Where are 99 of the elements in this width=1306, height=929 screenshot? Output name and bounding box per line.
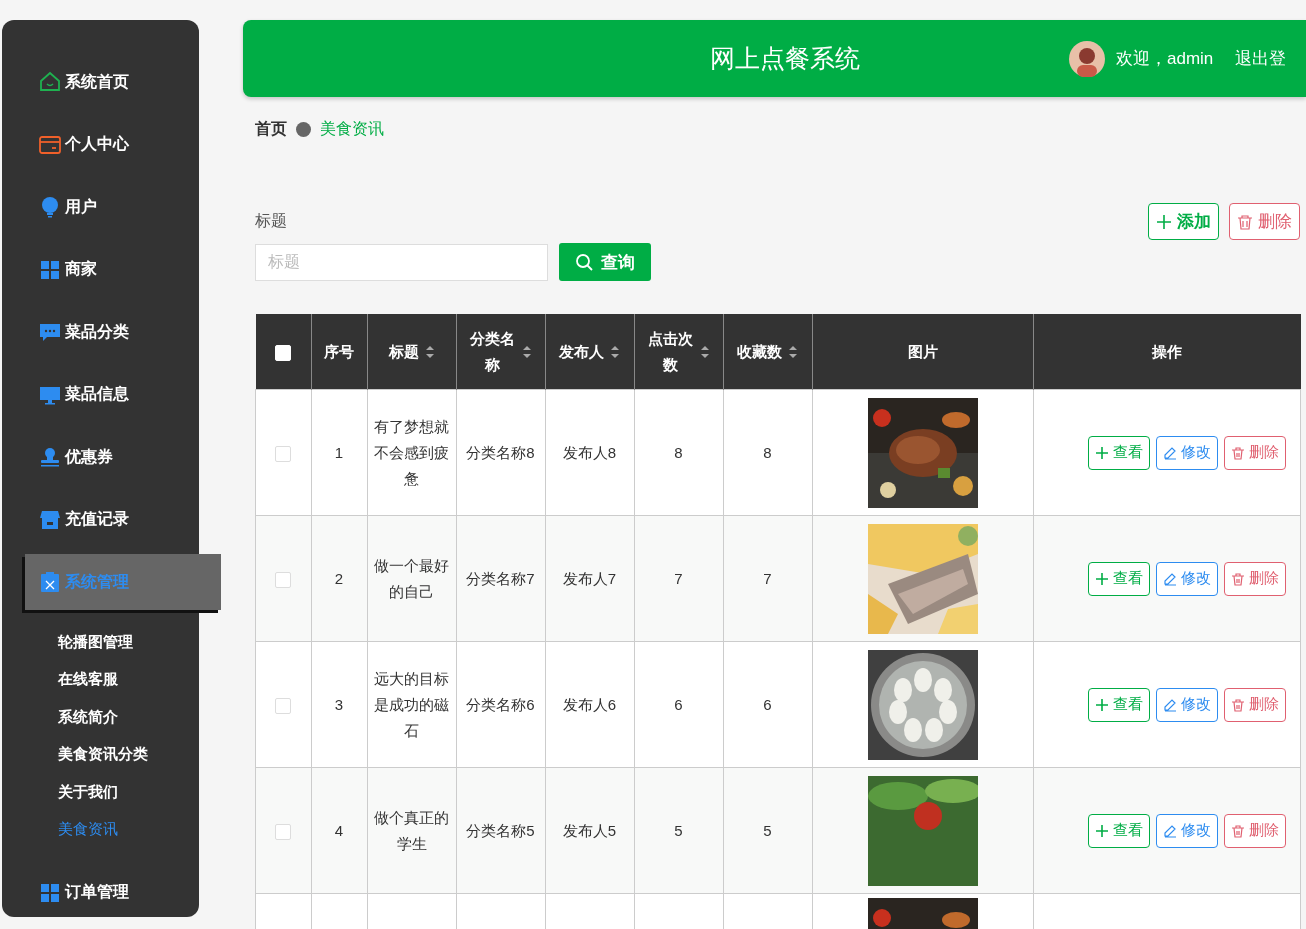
plus-icon: [1095, 823, 1109, 838]
sidebar-item[interactable]: 优惠券: [2, 426, 199, 489]
column-header: 收藏数: [737, 341, 782, 362]
grid-icon: [39, 881, 61, 904]
grid-icon: [39, 258, 61, 281]
chat-icon: [39, 321, 61, 344]
submenu-item[interactable]: 美食资讯: [58, 809, 199, 848]
sidebar-item[interactable]: 充值记录: [2, 488, 199, 551]
edit-button[interactable]: 修改: [1156, 561, 1218, 596]
breadcrumb-separator-icon: [296, 121, 311, 137]
table-cell: 分类名称5: [456, 767, 545, 894]
add-button[interactable]: 添加: [1148, 203, 1219, 240]
card-icon: [39, 133, 61, 156]
table-cell: 分类名称6: [456, 641, 545, 768]
sidebar-item[interactable]: 菜品信息: [2, 363, 199, 426]
checkbox[interactable]: [275, 445, 292, 462]
table-cell: 5: [723, 767, 812, 894]
column-header: 图片: [907, 341, 938, 362]
pencil-icon: [1163, 571, 1177, 586]
sidebar-item[interactable]: 系统首页: [2, 51, 199, 114]
table-cell: 做个真正的学生: [367, 767, 456, 894]
plus-icon: [1156, 213, 1172, 230]
table-cell: 2: [311, 515, 367, 642]
pencil-icon: [1163, 823, 1177, 838]
view-button[interactable]: 查看: [1088, 561, 1150, 596]
table-cell: 7: [723, 515, 812, 642]
edit-button[interactable]: 修改: [1156, 813, 1218, 848]
home-icon: [39, 71, 61, 94]
sidebar-item[interactable]: 商家: [2, 238, 199, 301]
edit-button[interactable]: 修改: [1156, 687, 1218, 722]
submenu-item[interactable]: 轮播图管理: [58, 623, 199, 661]
search-icon: [575, 253, 593, 271]
delete-button[interactable]: 删除: [1224, 813, 1286, 848]
table-cell: 4: [311, 767, 367, 894]
table-cell: 分类名称7: [456, 515, 545, 642]
submenu-item[interactable]: 在线客服: [58, 660, 199, 698]
trash-icon: [1231, 823, 1245, 838]
sidebar-item[interactable]: 用户: [2, 176, 199, 239]
table-cell: 发布人5: [545, 767, 634, 894]
table-cell: 8: [634, 389, 723, 516]
delete-button[interactable]: 删除: [1224, 435, 1286, 470]
view-button[interactable]: 查看: [1088, 435, 1150, 470]
trash-icon: [1231, 697, 1245, 712]
stamp-icon: [39, 446, 61, 469]
breadcrumb-current: 美食资讯: [320, 118, 384, 139]
clipboard-icon: [39, 571, 61, 593]
delete-button[interactable]: 删除: [1224, 687, 1286, 722]
column-header: 分类名称: [469, 328, 516, 375]
table-cell: 发布人8: [545, 389, 634, 516]
sidebar-item[interactable]: 个人中心: [2, 113, 199, 176]
column-header: 点击次数: [647, 328, 694, 375]
checkbox[interactable]: [275, 571, 292, 588]
column-header: 标题: [388, 341, 419, 362]
table-cell: 7: [634, 515, 723, 642]
plus-icon: [1095, 571, 1109, 586]
submenu-item[interactable]: 系统简介: [58, 697, 199, 736]
checkbox[interactable]: [275, 823, 292, 840]
table-cell: 做一个最好的自己: [367, 515, 456, 642]
table-cell: 8: [723, 389, 812, 516]
system-title: 网上点餐系统: [710, 43, 860, 74]
table-cell: 1: [311, 389, 367, 516]
table-cell: 6: [723, 641, 812, 768]
table-cell: 6: [634, 641, 723, 768]
plus-icon: [1095, 697, 1109, 712]
sidebar-item[interactable]: 订单管理: [2, 861, 199, 924]
plus-icon: [1095, 445, 1109, 460]
breadcrumb-link[interactable]: 首页: [255, 118, 287, 140]
table-cell: 发布人7: [545, 515, 634, 642]
table-cell: 5: [634, 767, 723, 894]
column-header: 操作: [1152, 341, 1182, 362]
column-header: 发布人: [559, 341, 604, 362]
sidebar-item[interactable]: 菜品分类: [2, 301, 199, 364]
column-header: 序号: [324, 341, 354, 362]
table-cell: 有了梦想就不会感到疲惫: [367, 389, 456, 516]
trash-icon: [1231, 445, 1245, 460]
logout-link[interactable]: 退出登: [1235, 47, 1287, 70]
field-label: 标题: [255, 211, 288, 231]
delete-button[interactable]: 删除: [1229, 203, 1300, 240]
pencil-icon: [1163, 697, 1177, 712]
checkbox[interactable]: [275, 697, 292, 714]
query-button[interactable]: 查询: [559, 243, 651, 281]
submenu-item[interactable]: 美食资讯分类: [58, 735, 199, 773]
pencil-icon: [1163, 445, 1177, 460]
search-field[interactable]: 标题: [255, 243, 548, 281]
table-cell: 分类名称8: [456, 389, 545, 516]
view-button[interactable]: 查看: [1088, 687, 1150, 722]
avatar-icon: [1069, 40, 1105, 77]
welcome-text: 欢迎，admin: [1116, 48, 1214, 70]
trash-icon: [1231, 571, 1245, 586]
table-cell: 远大的目标是成功的磁石: [367, 641, 456, 768]
view-button[interactable]: 查看: [1088, 813, 1150, 848]
lightbulb-icon: [39, 196, 61, 219]
submenu-item[interactable]: 关于我们: [58, 772, 199, 810]
shop-icon: [39, 508, 61, 531]
delete-button[interactable]: 删除: [1224, 561, 1286, 596]
edit-button[interactable]: 修改: [1156, 435, 1218, 470]
trash-icon: [1237, 213, 1253, 230]
table-cell: 3: [311, 641, 367, 768]
table-cell: 发布人6: [545, 641, 634, 768]
